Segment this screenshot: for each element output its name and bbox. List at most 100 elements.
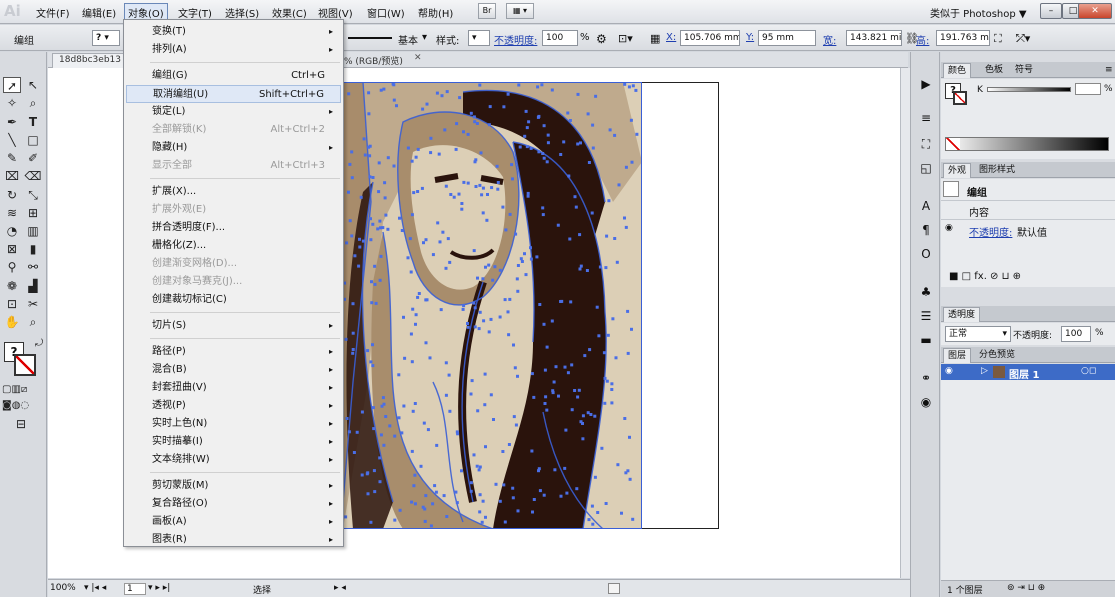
slice-tool-icon[interactable]: ✂	[24, 296, 42, 312]
x-input[interactable]: 105.706 mm	[680, 30, 740, 46]
menu-item[interactable]: 图表(R) ▸	[126, 531, 341, 549]
align-icon[interactable]: ⊡▾	[618, 32, 633, 45]
color-stroke-icon[interactable]	[953, 91, 967, 105]
tab-appearance[interactable]: 外观	[943, 163, 972, 178]
page-nav-icon[interactable]: ▾ ▸ ▸|	[148, 583, 170, 593]
layer-row[interactable]: ◉ ▷ 图层 1 ○◻	[941, 364, 1115, 381]
menu-type[interactable]: 文字(T)	[178, 5, 212, 20]
blend-mode-dropdown[interactable]: 正常 ▾	[945, 326, 1011, 342]
blend-tool-icon[interactable]: ⚯	[24, 259, 42, 275]
k-input[interactable]	[1075, 83, 1101, 95]
fill-modes-icon[interactable]: ▢▥⧄	[2, 382, 27, 398]
transform-icon[interactable]: ⛶	[994, 32, 1002, 46]
menu-item[interactable]: 隐藏(H) ▸	[126, 139, 341, 157]
menu-item[interactable]: 实时上色(N) ▸	[126, 415, 341, 433]
menu-item[interactable]: 切片(S) ▸	[126, 317, 341, 335]
swap-colors-icon[interactable]: ⤾	[30, 336, 48, 352]
arrange-documents-button[interactable]: ▦ ▾	[506, 3, 534, 19]
layer-name[interactable]: 图层 1	[1009, 366, 1039, 381]
menu-window[interactable]: 窗口(W)	[367, 5, 405, 20]
mesh-tool-icon[interactable]: ⊠	[3, 241, 21, 257]
artboard-tool-icon[interactable]: ⊡	[3, 296, 21, 312]
shape-builder-tool-icon[interactable]: ◔	[3, 223, 21, 239]
character-icon[interactable]: A	[917, 198, 935, 214]
document-close-icon[interactable]: ✕	[414, 53, 422, 63]
reference-point-icon[interactable]: ▦	[650, 32, 660, 45]
width-input[interactable]: 143.821 mi	[846, 30, 902, 46]
zoom-level[interactable]: 100%	[50, 583, 76, 593]
menu-item[interactable]: 复合路径(O) ▸	[126, 495, 341, 513]
menu-item[interactable]: 编组(G) Ctrl+G	[126, 67, 341, 85]
paintbrush-tool-icon[interactable]: ✎	[3, 150, 21, 166]
blob-brush-tool-icon[interactable]: ⌧	[3, 168, 21, 184]
lasso-tool-icon[interactable]: ⌕	[24, 95, 42, 111]
isolate-icon[interactable]: ⤱▾	[1016, 32, 1030, 46]
play-icon[interactable]: ▶	[917, 76, 935, 92]
page-input[interactable]: 1	[124, 583, 146, 595]
tab-separations-preview[interactable]: 分色预览	[975, 348, 1019, 363]
y-input[interactable]: 95 mm	[758, 30, 816, 46]
layer-visibility-icon[interactable]: ◉	[945, 366, 953, 376]
menu-item[interactable]: 变换(T) ▸	[126, 23, 341, 41]
height-input[interactable]: 191.763 mi	[936, 30, 990, 46]
close-button[interactable]: ✕	[1078, 3, 1112, 19]
paragraph-icon[interactable]: ¶	[917, 222, 935, 238]
menu-item[interactable]: 排列(A) ▸	[126, 41, 341, 59]
tab-layers[interactable]: 图层	[943, 348, 972, 363]
selection-tool-icon[interactable]: ➚	[3, 77, 21, 93]
menu-item[interactable]: 混合(B) ▸	[126, 361, 341, 379]
eraser-tool-icon[interactable]: ⌫	[24, 168, 42, 184]
stroke-style[interactable]: 基本	[398, 32, 418, 47]
menu-item[interactable]: 实时描摹(I) ▸	[126, 433, 341, 451]
hand-tool-icon[interactable]: ✋	[3, 314, 21, 330]
direct-selection-tool-icon[interactable]: ↖	[24, 77, 42, 93]
image-trace-icon[interactable]: ◉	[917, 394, 935, 410]
minimize-button[interactable]: –	[1040, 3, 1062, 19]
layer-target-icon[interactable]: ○◻	[1081, 366, 1096, 376]
visibility-eye-icon[interactable]: ◉	[945, 223, 953, 233]
menu-select[interactable]: 选择(S)	[225, 5, 259, 20]
links-icon[interactable]: ⚭	[917, 370, 935, 386]
stroke-panel-icon[interactable]: ≡	[917, 110, 935, 126]
zoom-tool-icon[interactable]: ⌕	[24, 314, 42, 330]
transparency-opacity-input[interactable]: 100	[1061, 326, 1091, 342]
menu-item[interactable]: 扩展(X)...	[126, 183, 341, 201]
menu-item[interactable]: 透视(P) ▸	[126, 397, 341, 415]
warp-tool-icon[interactable]: ≋	[3, 205, 21, 221]
layers-footer-icons[interactable]: ⊚ ⇥ ⊔ ⊕	[1007, 583, 1045, 593]
tab-color[interactable]: 颜色	[943, 63, 972, 78]
type-tool-icon[interactable]: T	[24, 114, 42, 130]
tab-swatches[interactable]: 色板	[981, 63, 1007, 78]
fill-swatch[interactable]: ? ▾	[92, 30, 120, 46]
vertical-scrollbar[interactable]	[900, 68, 910, 578]
color-spectrum[interactable]	[945, 137, 1109, 151]
style-dropdown[interactable]: ▾	[468, 30, 490, 46]
menu-item[interactable]: 拼合透明度(F)...	[126, 219, 341, 237]
menu-item[interactable]: 锁定(L) ▸	[126, 103, 341, 121]
panel-menu-icon[interactable]: ≡	[1101, 63, 1115, 78]
menu-item[interactable]: 画板(A) ▸	[126, 513, 341, 531]
menu-item[interactable]: 路径(P) ▸	[126, 343, 341, 361]
pen-tool-icon[interactable]: ✒	[3, 114, 21, 130]
perspective-grid-tool-icon[interactable]: ▥	[24, 223, 42, 239]
k-slider[interactable]	[987, 87, 1071, 92]
gradient-panel-icon[interactable]: ▬	[917, 332, 935, 348]
stroke-color-icon[interactable]	[14, 354, 36, 376]
menu-help[interactable]: 帮助(H)	[418, 5, 453, 20]
line-tool-icon[interactable]: ╲	[3, 132, 21, 148]
symbol-sprayer-tool-icon[interactable]: ❁	[3, 278, 21, 294]
opentype-icon[interactable]: O	[917, 246, 935, 262]
status-mode[interactable]: 选择	[253, 583, 271, 596]
menu-edit[interactable]: 编辑(E)	[82, 5, 116, 20]
menu-item[interactable]: 封套扭曲(V) ▸	[126, 379, 341, 397]
menu-effect[interactable]: 效果(C)	[272, 5, 307, 20]
menu-item[interactable]: 剪切蒙版(M) ▸	[126, 477, 341, 495]
screen-mode-icon[interactable]: ⊟	[12, 416, 30, 432]
pathfinder-icon[interactable]: ◱	[917, 160, 935, 176]
zoom-dropdown-icon[interactable]: ▾ |◂ ◂	[84, 583, 106, 593]
layer-expand-icon[interactable]: ▷	[981, 366, 988, 376]
traced-portrait-image[interactable]	[343, 82, 642, 529]
menu-item[interactable]: 取消编组(U) Shift+Ctrl+G	[126, 85, 341, 103]
pencil-tool-icon[interactable]: ✐	[24, 150, 42, 166]
tab-transparency[interactable]: 透明度	[943, 307, 981, 322]
